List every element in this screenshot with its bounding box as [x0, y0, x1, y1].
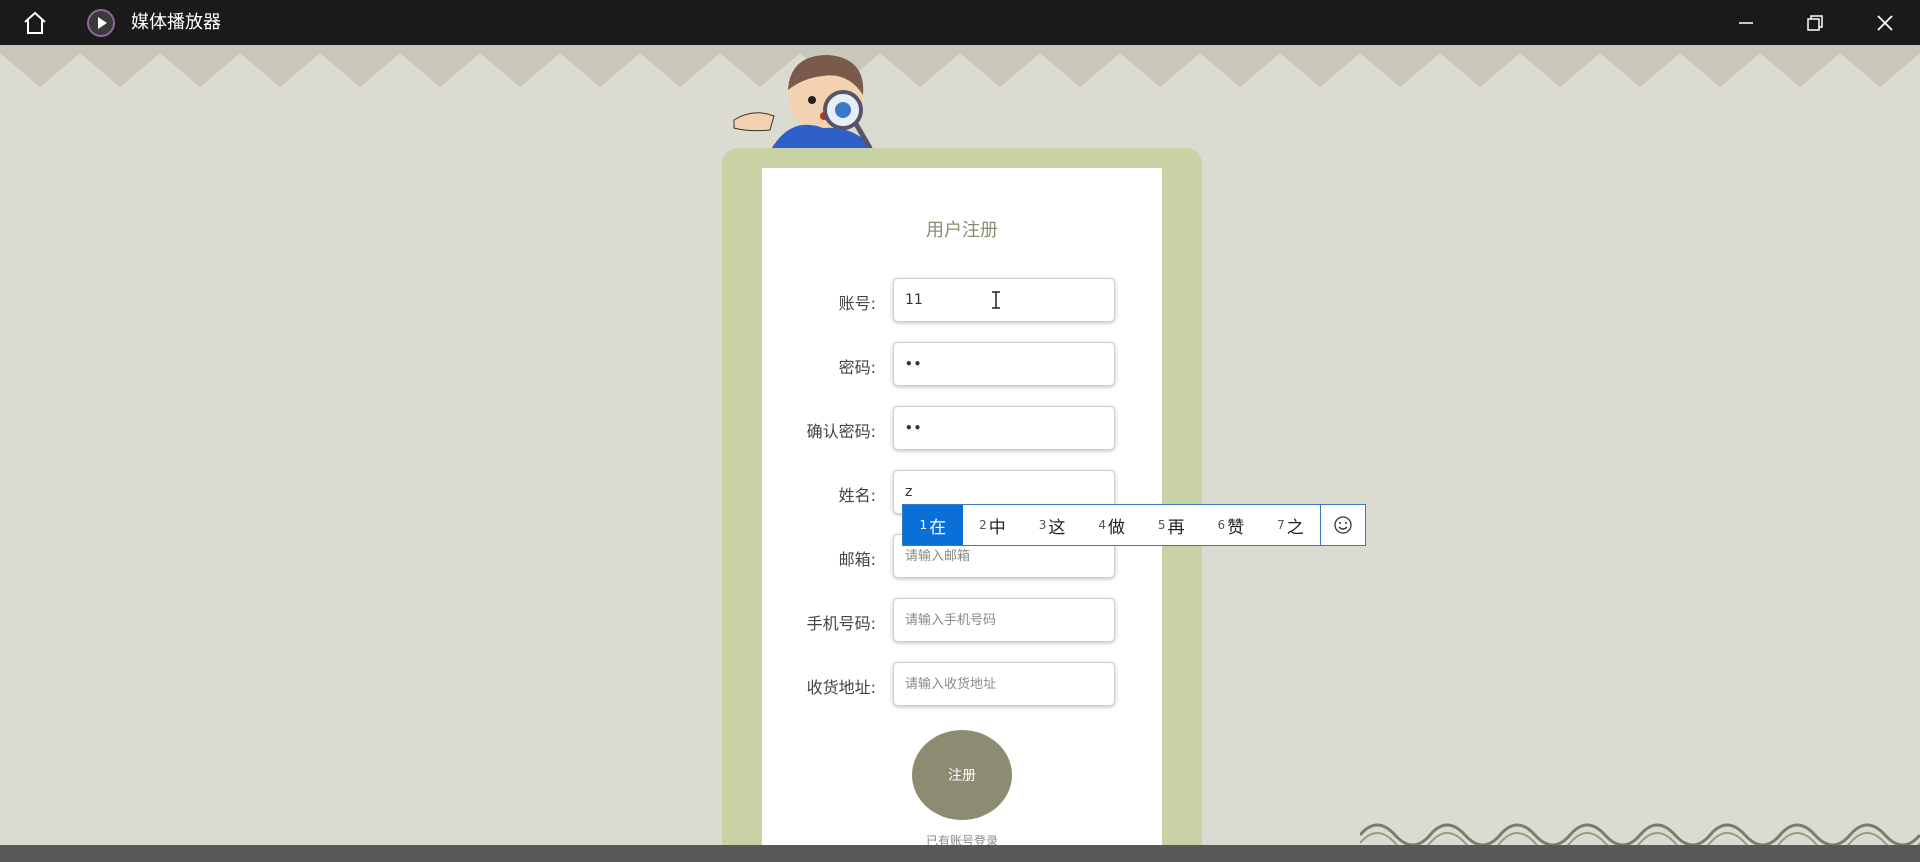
login-link[interactable]: 已有账号登录 — [762, 832, 1162, 845]
phone-label: 手机号码: — [806, 614, 876, 633]
home-icon[interactable] — [22, 11, 48, 35]
play-icon — [87, 9, 115, 37]
confirm-password-label: 确认密码: — [806, 422, 876, 441]
taskbar — [0, 845, 1920, 862]
ime-candidate[interactable]: 2中 — [963, 505, 1023, 545]
address-input[interactable] — [893, 662, 1115, 706]
ime-candidate[interactable]: 3这 — [1022, 505, 1082, 545]
zigzag-decoration-top — [0, 45, 1920, 87]
emoji-icon[interactable] — [1320, 505, 1365, 545]
name-label: 姓名: — [838, 486, 876, 505]
ime-candidate[interactable]: 1在 — [903, 505, 963, 545]
confirm-password-input[interactable] — [893, 406, 1115, 450]
address-label: 收货地址: — [806, 678, 876, 697]
ime-candidate[interactable]: 4做 — [1082, 505, 1142, 545]
email-label: 邮箱: — [838, 550, 876, 569]
restore-icon[interactable] — [1802, 10, 1828, 36]
app-title: 媒体播放器 — [131, 12, 221, 33]
password-label: 密码: — [838, 358, 876, 377]
account-label: 账号: — [838, 294, 876, 313]
ime-candidate[interactable]: 7之 — [1261, 505, 1321, 545]
password-input[interactable] — [893, 342, 1115, 386]
text-cursor-icon — [992, 291, 1000, 309]
minimize-icon[interactable] — [1733, 10, 1759, 36]
close-icon[interactable] — [1872, 10, 1898, 36]
mascot-illustration — [733, 55, 878, 155]
wave-decoration-bottom — [1360, 823, 1920, 845]
title-bar: 媒体播放器 — [0, 0, 1920, 45]
page-title: 用户注册 — [926, 220, 998, 241]
account-input[interactable] — [893, 278, 1115, 322]
ime-candidate-bar: 1在 2中 3这 4做 5再 6赞 7之 — [902, 504, 1366, 546]
ime-candidate[interactable]: 5再 — [1141, 505, 1201, 545]
register-button[interactable]: 注册 — [912, 730, 1012, 820]
phone-input[interactable] — [893, 598, 1115, 642]
page-content: 用户注册 账号: 密码: 确认密码: 姓名: 邮箱: 手机号码: 收货地址: 注… — [0, 45, 1920, 845]
ime-candidate[interactable]: 6赞 — [1201, 505, 1261, 545]
